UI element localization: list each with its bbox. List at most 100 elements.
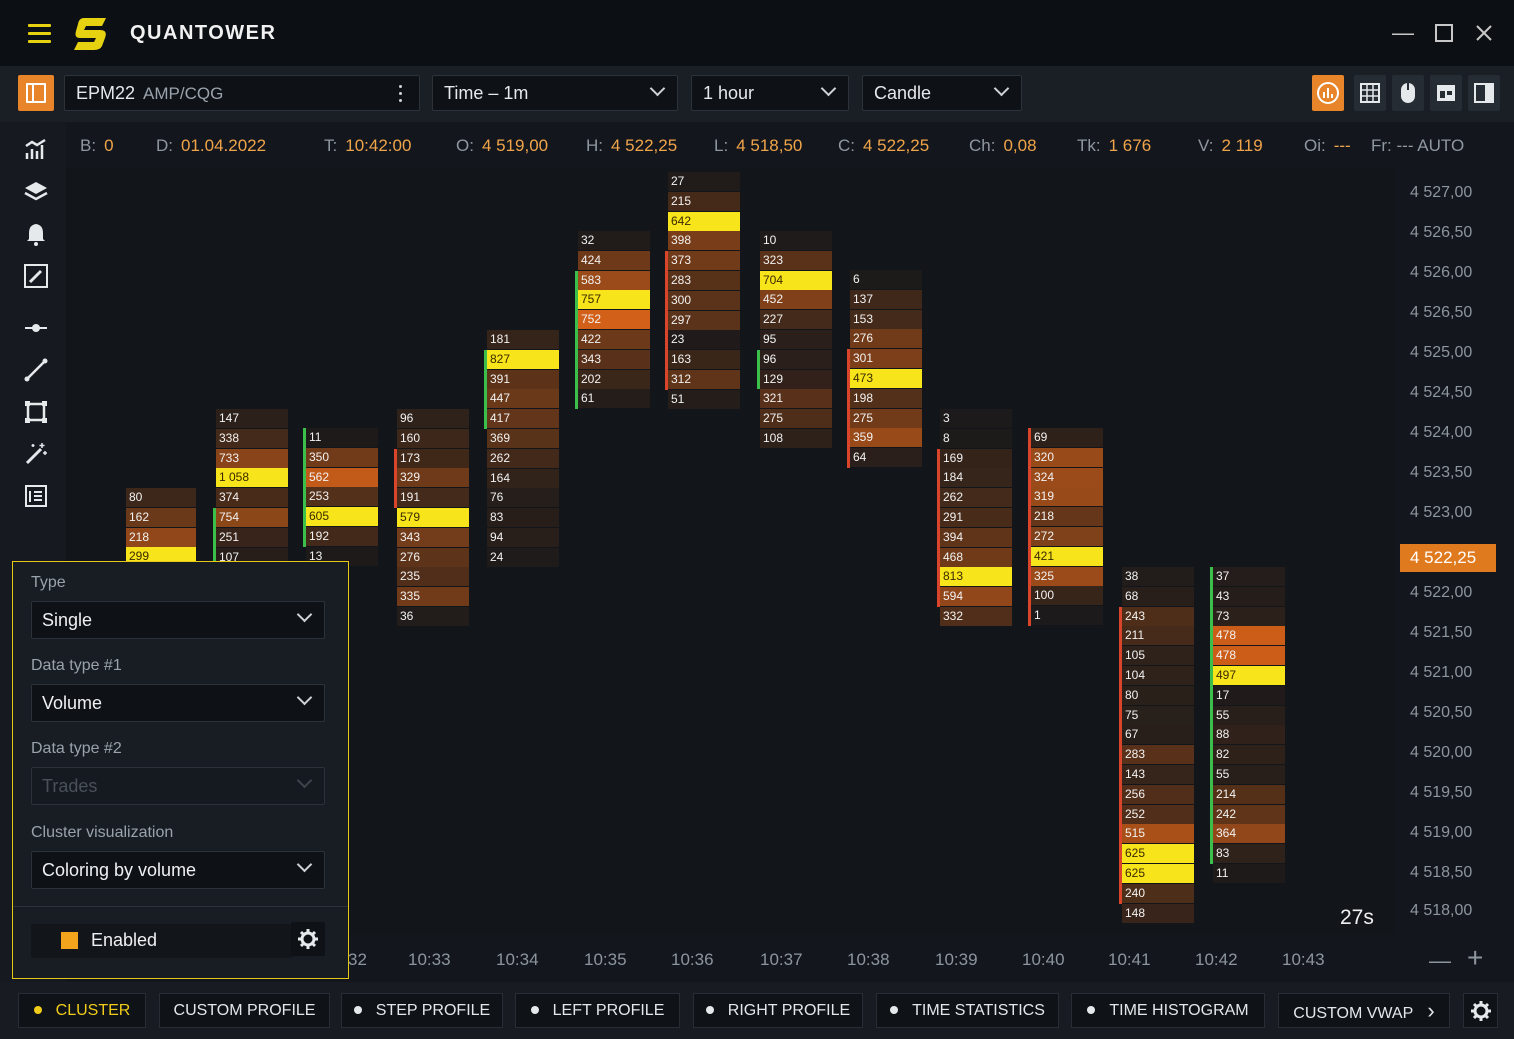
chart-style-dropdown[interactable]: Candle <box>862 75 1022 111</box>
kebab-menu-icon[interactable] <box>399 85 403 106</box>
tab-step-profile[interactable]: STEP PROFILE <box>341 993 503 1028</box>
panel-toggle-button[interactable] <box>18 75 54 111</box>
tab-custom-profile[interactable]: CUSTOM PROFILE <box>159 993 330 1028</box>
cluster-cell: 332 <box>940 607 1012 626</box>
info-label: Oi: <box>1304 136 1326 155</box>
cluster-cell: 1 <box>1031 606 1103 626</box>
info-value: 1 676 <box>1108 136 1152 155</box>
period-dropdown[interactable]: 1 hour <box>691 75 849 111</box>
cluster-visualization-dropdown[interactable]: Coloring by volume <box>31 851 325 889</box>
cluster-cell: 324 <box>1031 467 1103 487</box>
cluster-cell: 447 <box>487 389 559 409</box>
tabs-settings-button[interactable] <box>1463 993 1498 1028</box>
cluster-settings-button[interactable] <box>291 922 325 956</box>
object-list-button[interactable] <box>18 478 54 514</box>
tab-time-statistics[interactable]: TIME STATISTICS <box>876 993 1059 1028</box>
price-tick: 4 518,00 <box>1410 902 1473 919</box>
cluster-cell: 594 <box>940 587 1012 607</box>
info-change: Ch: 0,08 <box>969 136 1037 156</box>
cluster-cell: 73 <box>1213 606 1285 626</box>
mouse-mode-button[interactable] <box>1392 75 1424 111</box>
rectangle-icon <box>25 401 47 423</box>
candle-body-down <box>665 251 668 390</box>
cluster-cell: 3 <box>940 409 1012 428</box>
cluster-cell: 283 <box>668 271 740 290</box>
cluster-cell: 17 <box>1213 685 1285 705</box>
layers-button[interactable] <box>18 174 54 210</box>
price-tick: 4 526,00 <box>1410 264 1473 281</box>
cluster-cell: 100 <box>1031 586 1103 606</box>
cluster-cell: 350 <box>306 447 378 467</box>
cluster-cell: 55 <box>1213 705 1285 725</box>
price-tick: 4 520,50 <box>1410 704 1473 721</box>
cluster-cell: 754 <box>216 508 288 527</box>
chevron-down-icon <box>298 778 310 790</box>
current-price-label: 4 522,25 <box>1400 544 1496 572</box>
cluster-cell: 252 <box>1122 804 1194 824</box>
zoom-in-icon[interactable]: + <box>1467 942 1483 974</box>
close-icon[interactable] <box>1470 18 1498 48</box>
trading-window: QUANTOWER — EPM22 AMP/CQG Time – 1m 1 hou… <box>0 0 1514 1039</box>
info-bar-index: B: 0 <box>80 136 114 156</box>
minimize-icon[interactable]: — <box>1389 18 1417 48</box>
cluster-cell: 235 <box>397 567 469 587</box>
chevron-down-icon <box>651 86 663 98</box>
tab-label: CLUSTER <box>55 1002 131 1019</box>
data-type-1-dropdown[interactable]: Volume <box>31 684 325 722</box>
info-value: --- AUTO <box>1396 136 1465 155</box>
price-tick: 4 521,00 <box>1410 664 1473 681</box>
cluster-cell: 319 <box>1031 487 1103 507</box>
draw-edit-button[interactable] <box>18 258 54 294</box>
cluster-chart-button[interactable] <box>1312 75 1344 111</box>
enabled-toggle[interactable]: Enabled <box>31 924 293 958</box>
symbol-selector[interactable]: EPM22 AMP/CQG <box>64 75 420 111</box>
aggregation-dropdown[interactable]: Time – 1m <box>432 75 678 111</box>
type-dropdown[interactable]: Single <box>31 601 325 639</box>
cluster-cell: 88 <box>1213 725 1285 745</box>
maximize-icon[interactable] <box>1430 18 1458 48</box>
tab-cluster[interactable]: CLUSTER <box>18 993 146 1028</box>
tab-custom-vwap[interactable]: CUSTOM VWAP › <box>1278 993 1450 1028</box>
cluster-cell: 325 <box>1031 566 1103 586</box>
data-type-2-label: Data type #2 <box>31 740 122 757</box>
cluster-cell: 10 <box>760 231 832 250</box>
time-tick: 10:41 <box>1108 950 1151 969</box>
layout-button[interactable] <box>1430 75 1462 111</box>
cluster-cell: 704 <box>760 270 832 290</box>
cluster-cell: 129 <box>760 369 832 389</box>
chevron-right-icon[interactable]: › <box>1421 998 1434 1023</box>
price-tick: 4 524,50 <box>1410 384 1473 401</box>
zoom-out-icon[interactable]: — <box>1429 948 1451 974</box>
side-panel-button[interactable] <box>1468 75 1500 111</box>
horizontal-line-button[interactable] <box>18 310 54 346</box>
cluster-cell: 82 <box>1213 745 1285 765</box>
cluster-cell: 272 <box>1031 527 1103 546</box>
menu-icon[interactable] <box>28 24 51 44</box>
cluster-cell: 69 <box>1031 428 1103 447</box>
tab-right-profile[interactable]: RIGHT PROFILE <box>693 993 863 1028</box>
cluster-cell: 625 <box>1122 864 1194 883</box>
enabled-checkbox[interactable] <box>61 932 78 949</box>
cluster-cell: 6 <box>850 270 922 289</box>
cluster-cell: 1 058 <box>216 468 288 488</box>
trend-line-button[interactable] <box>18 352 54 388</box>
cluster-cell: 215 <box>668 191 740 211</box>
price-axis[interactable]: 4 527,00 4 526,50 4 526,00 4 526,50 4 525,00… <box>1396 168 1514 934</box>
tab-time-histogram[interactable]: TIME HISTOGRAM <box>1071 993 1265 1028</box>
cluster-cell: 162 <box>126 507 196 527</box>
cluster-cell: 421 <box>1031 546 1103 566</box>
tab-left-profile[interactable]: LEFT PROFILE <box>515 993 680 1028</box>
status-dot <box>705 1005 714 1014</box>
indicators-button[interactable] <box>18 132 54 168</box>
status-dot <box>890 1005 899 1014</box>
info-value: 2 119 <box>1221 136 1263 155</box>
time-tick: 10:33 <box>408 950 451 969</box>
alerts-button[interactable] <box>18 216 54 252</box>
magic-tools-button[interactable] <box>18 436 54 472</box>
rectangle-button[interactable] <box>18 394 54 430</box>
type-label: Type <box>31 574 66 591</box>
info-label: O: <box>456 136 474 155</box>
dom-button[interactable] <box>1354 75 1386 111</box>
time-tick: 10:37 <box>760 950 803 969</box>
cluster-cell: 251 <box>216 527 288 547</box>
